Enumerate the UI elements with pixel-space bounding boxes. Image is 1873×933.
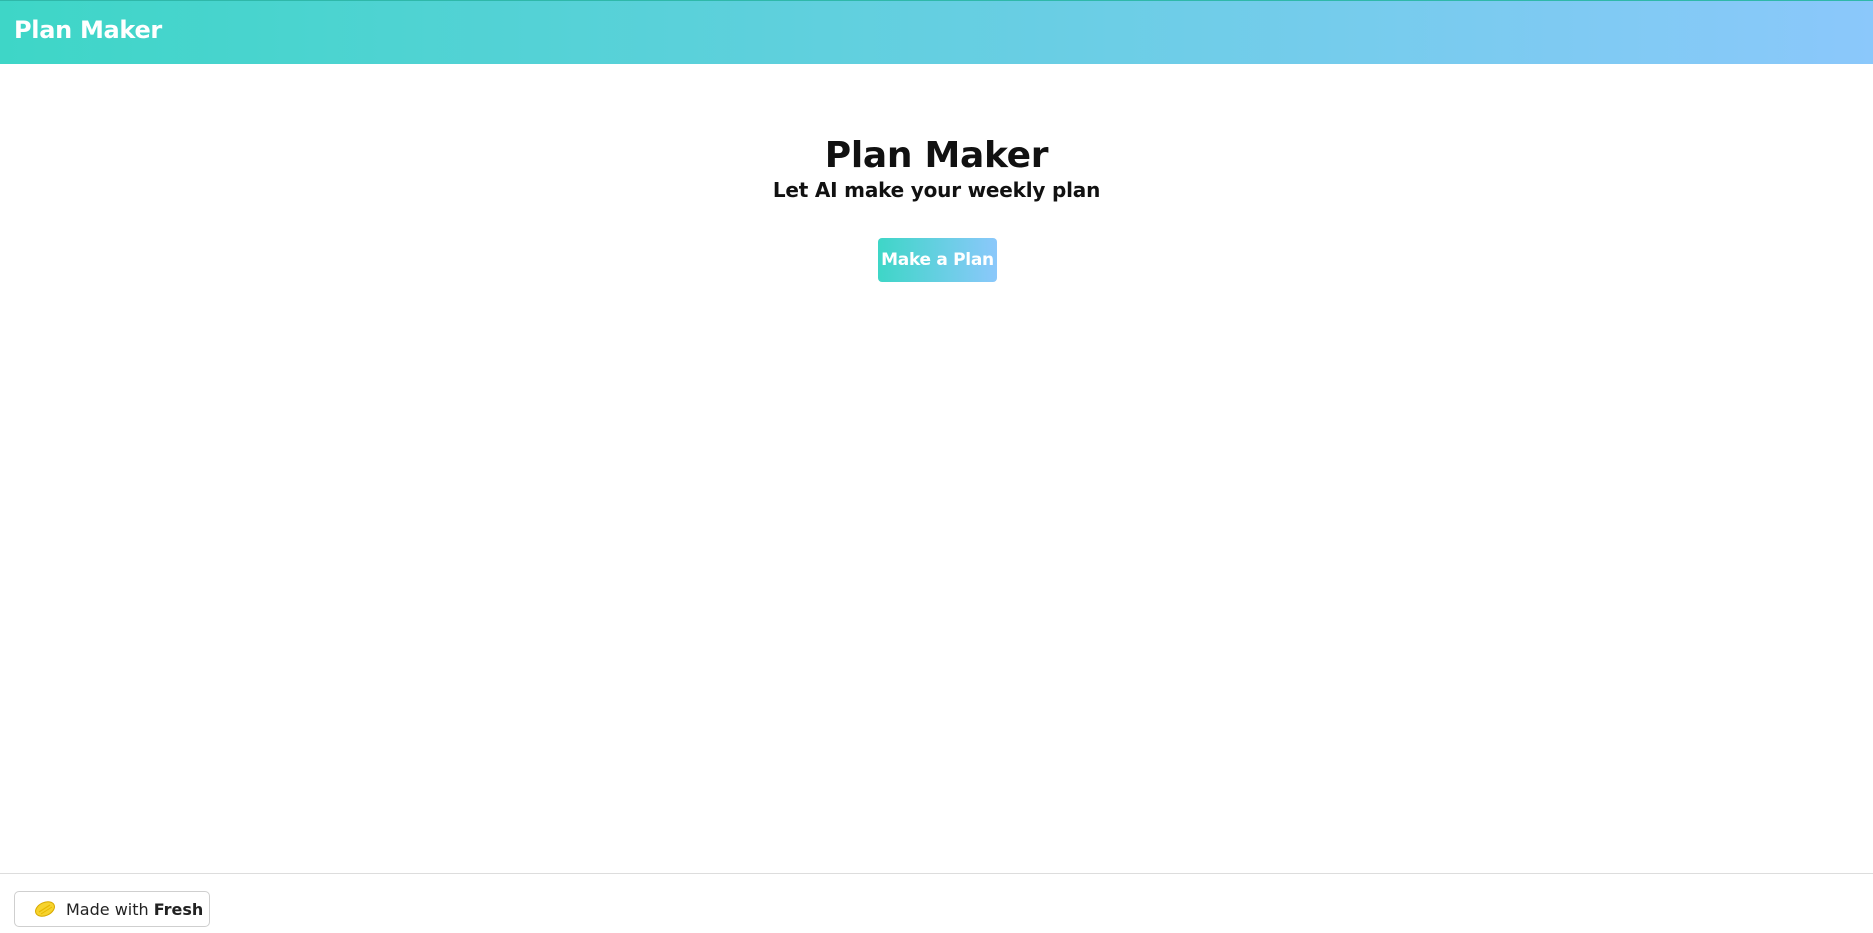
lemon-icon bbox=[33, 899, 57, 919]
page-title: Plan Maker bbox=[824, 135, 1049, 176]
badge-prefix: Made with bbox=[66, 899, 154, 919]
badge-brand: Fresh bbox=[153, 899, 204, 919]
made-with-fresh-badge[interactable]: Made with Fresh bbox=[14, 891, 210, 927]
footer-divider bbox=[0, 873, 1873, 874]
hero-section: Plan Maker Let AI make your weekly plan bbox=[0, 136, 1873, 202]
make-plan-button[interactable]: Make a Plan bbox=[878, 238, 997, 282]
app-header: Plan Maker bbox=[0, 0, 1873, 64]
page-subtitle: Let AI make your weekly plan bbox=[772, 177, 1101, 202]
app-title: Plan Maker bbox=[14, 16, 162, 44]
